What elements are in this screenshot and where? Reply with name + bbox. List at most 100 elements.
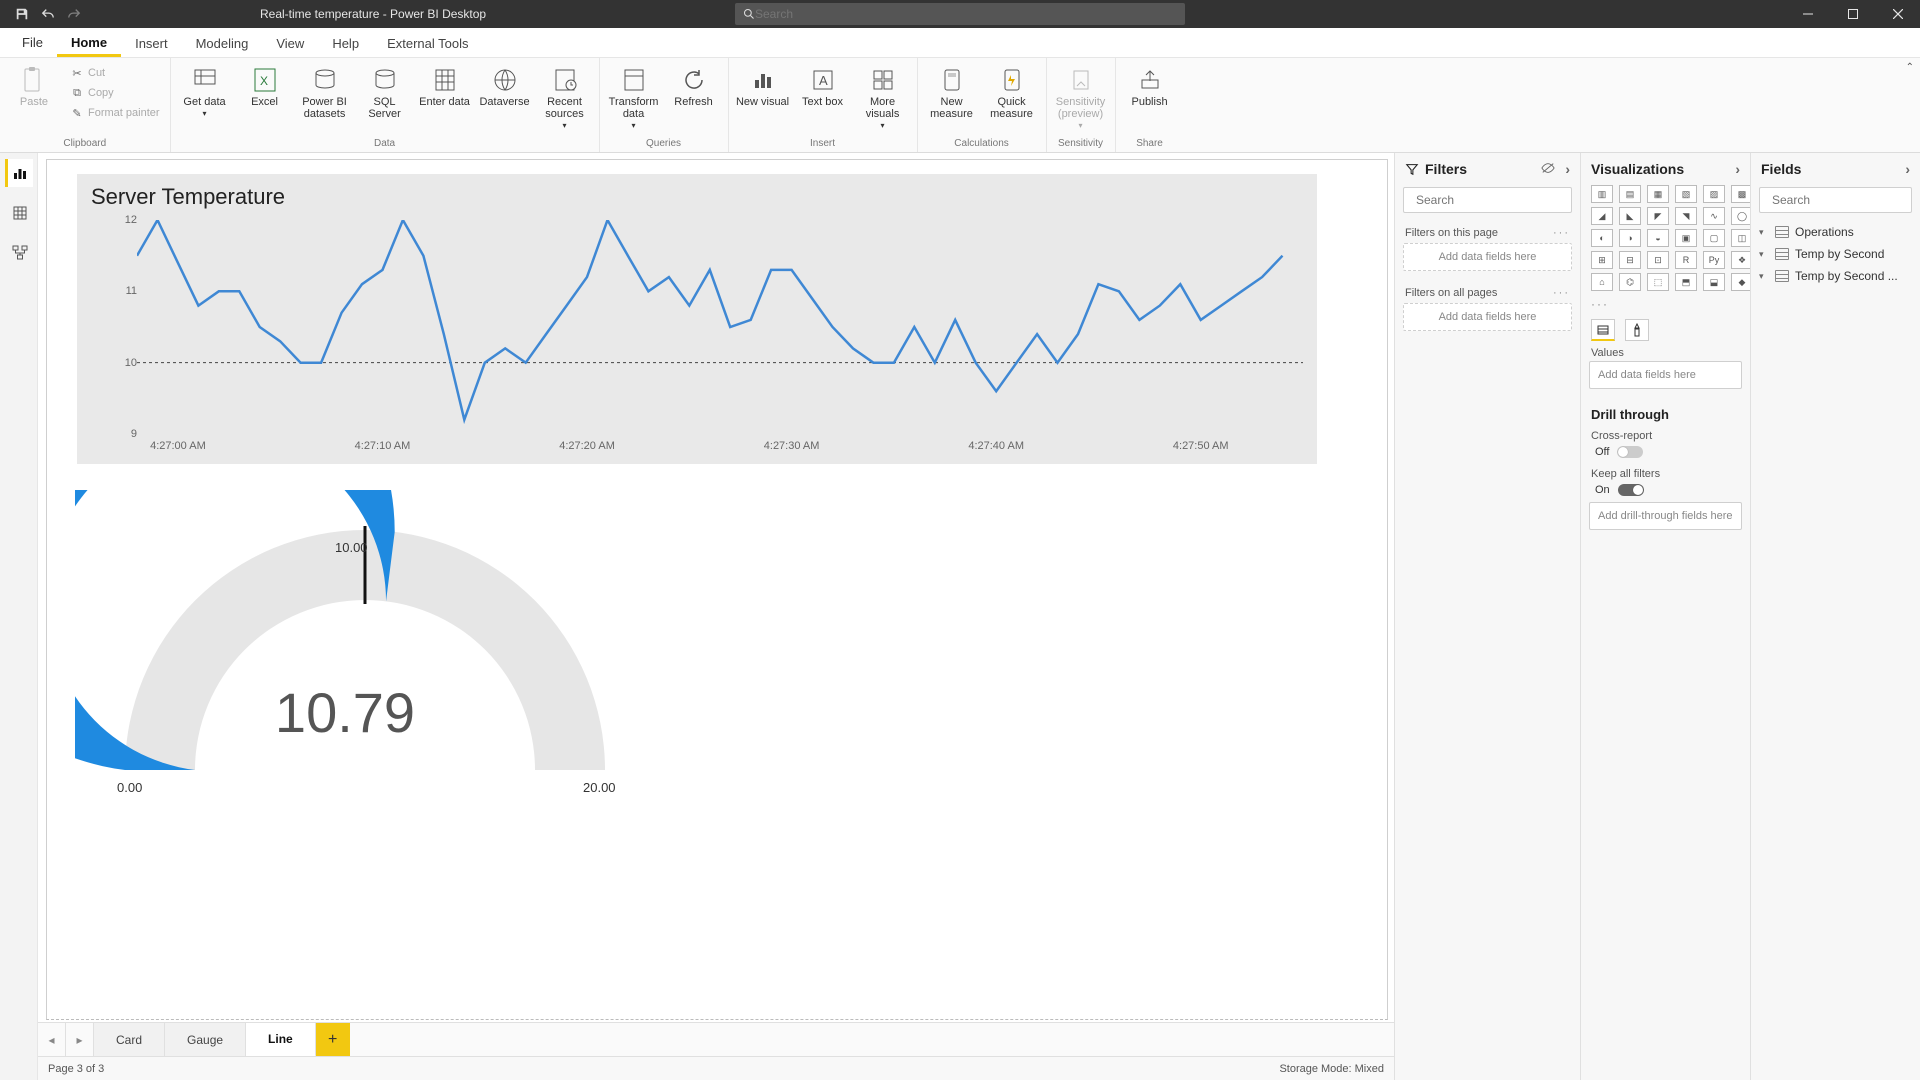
cross-report-toggle[interactable] xyxy=(1617,446,1643,458)
fields-collapse-icon[interactable]: › xyxy=(1905,161,1910,177)
enter-data-button[interactable]: Enter data xyxy=(417,62,473,108)
viz-values-dropzone[interactable]: Add data fields here xyxy=(1589,361,1742,389)
field-table[interactable]: ▾Temp by Second xyxy=(1751,243,1920,265)
viz-type-button[interactable]: ◥ xyxy=(1675,207,1697,225)
report-canvas[interactable]: Server Temperature 9101112 4:27:00 AM4:2… xyxy=(46,159,1388,1020)
fields-search-input[interactable] xyxy=(1772,193,1920,207)
window-maximize-button[interactable] xyxy=(1830,0,1875,28)
filters-show-hide-icon[interactable] xyxy=(1541,161,1555,177)
viz-type-button[interactable]: ▢ xyxy=(1703,229,1725,247)
page-tab-card[interactable]: Card xyxy=(94,1023,165,1056)
field-table[interactable]: ▾Temp by Second ... xyxy=(1751,265,1920,287)
undo-icon[interactable] xyxy=(40,6,56,22)
line-chart-visual[interactable]: Server Temperature 9101112 4:27:00 AM4:2… xyxy=(77,174,1317,464)
viz-type-button[interactable]: ◒ xyxy=(1647,229,1669,247)
copy-button[interactable]: ⧉Copy xyxy=(66,84,164,102)
filters-all-dropzone[interactable]: Add data fields here xyxy=(1403,303,1572,331)
viz-type-button[interactable]: ⬚ xyxy=(1647,273,1669,291)
ribbon-group-sensitivity: Sensitivity (preview)▾ Sensitivity xyxy=(1047,58,1116,152)
pbi-datasets-button[interactable]: Power BI datasets xyxy=(297,62,353,120)
menu-modeling[interactable]: Modeling xyxy=(182,30,263,55)
menu-file[interactable]: File xyxy=(8,29,57,56)
viz-tab-format[interactable] xyxy=(1625,319,1649,341)
text-box-button[interactable]: AText box xyxy=(795,62,851,108)
viz-more-icon[interactable]: ··· xyxy=(1581,297,1750,315)
viz-type-button[interactable]: ∿ xyxy=(1703,207,1725,225)
quick-measure-button[interactable]: Quick measure xyxy=(984,62,1040,120)
dataverse-button[interactable]: Dataverse xyxy=(477,62,533,108)
viz-type-button[interactable]: ⌬ xyxy=(1619,273,1641,291)
more-icon[interactable]: ··· xyxy=(1545,287,1570,299)
refresh-button[interactable]: Refresh xyxy=(666,62,722,108)
window-close-button[interactable] xyxy=(1875,0,1920,28)
viz-type-button[interactable]: Py xyxy=(1703,251,1725,269)
page-tabs-row: ◂ ▸ CardGaugeLine + xyxy=(38,1022,1394,1056)
menu-help[interactable]: Help xyxy=(318,30,373,55)
viz-type-button[interactable]: ⊞ xyxy=(1591,251,1613,269)
publish-button[interactable]: Publish xyxy=(1122,62,1178,108)
add-page-button[interactable]: + xyxy=(316,1023,350,1056)
global-search[interactable] xyxy=(735,3,1185,25)
save-icon[interactable] xyxy=(14,6,30,22)
recent-sources-button[interactable]: Recent sources▾ xyxy=(537,62,593,132)
viz-type-button[interactable]: ◣ xyxy=(1619,207,1641,225)
window-minimize-button[interactable] xyxy=(1785,0,1830,28)
ribbon-collapse-caret-icon[interactable]: ⌃ xyxy=(1906,62,1914,73)
viz-type-button[interactable]: ▤ xyxy=(1619,185,1641,203)
sql-server-button[interactable]: SQL Server xyxy=(357,62,413,120)
viz-type-button[interactable]: ⬓ xyxy=(1703,273,1725,291)
global-search-input[interactable] xyxy=(755,7,1177,21)
keep-all-state: On xyxy=(1595,484,1610,496)
menu-external-tools[interactable]: External Tools xyxy=(373,30,482,55)
menu-insert[interactable]: Insert xyxy=(121,30,182,55)
viz-type-button[interactable]: ▦ xyxy=(1647,185,1669,203)
filters-search[interactable] xyxy=(1403,187,1572,213)
cut-button[interactable]: ✂Cut xyxy=(66,64,164,82)
page-nav-next[interactable]: ▸ xyxy=(66,1023,94,1056)
model-view-button[interactable] xyxy=(5,239,33,267)
data-view-button[interactable] xyxy=(5,199,33,227)
sensitivity-button[interactable]: Sensitivity (preview)▾ xyxy=(1053,62,1109,132)
viz-type-button[interactable]: ◐ xyxy=(1591,229,1613,247)
field-table[interactable]: ▾Operations xyxy=(1751,221,1920,243)
viz-type-button[interactable]: ⌂ xyxy=(1591,273,1613,291)
new-measure-button[interactable]: New measure xyxy=(924,62,980,120)
viz-type-button[interactable]: ⊟ xyxy=(1619,251,1641,269)
viz-collapse-icon[interactable]: › xyxy=(1735,161,1740,177)
report-view-button[interactable] xyxy=(5,159,33,187)
viz-type-button[interactable]: ▣ xyxy=(1675,229,1697,247)
get-data-button[interactable]: Get data▾ xyxy=(177,62,233,120)
filters-search-input[interactable] xyxy=(1416,193,1571,207)
menu-home[interactable]: Home xyxy=(57,29,121,57)
viz-type-button[interactable]: ⬒ xyxy=(1675,273,1697,291)
menu-view[interactable]: View xyxy=(262,30,318,55)
viz-type-button[interactable]: ▥ xyxy=(1591,185,1613,203)
more-visuals-button[interactable]: More visuals▾ xyxy=(855,62,911,132)
viz-type-button[interactable]: ◤ xyxy=(1647,207,1669,225)
get-data-icon xyxy=(189,64,221,96)
excel-button[interactable]: XExcel xyxy=(237,62,293,108)
viz-type-button[interactable]: ◢ xyxy=(1591,207,1613,225)
keep-all-toggle[interactable] xyxy=(1618,484,1644,496)
page-tab-gauge[interactable]: Gauge xyxy=(165,1023,246,1056)
drill-through-dropzone[interactable]: Add drill-through fields here xyxy=(1589,502,1742,530)
redo-icon[interactable] xyxy=(66,6,82,22)
filters-page-dropzone[interactable]: Add data fields here xyxy=(1403,243,1572,271)
format-painter-button[interactable]: ✎Format painter xyxy=(66,104,164,122)
page-nav-prev[interactable]: ◂ xyxy=(38,1023,66,1056)
fields-search[interactable] xyxy=(1759,187,1912,213)
gauge-visual[interactable]: 10.79 0.00 20.00 10.00 xyxy=(75,490,615,830)
more-icon[interactable]: ··· xyxy=(1545,227,1570,239)
viz-type-button[interactable]: ⊡ xyxy=(1647,251,1669,269)
viz-type-button[interactable]: R xyxy=(1675,251,1697,269)
group-label-data: Data xyxy=(177,137,593,152)
page-tab-line[interactable]: Line xyxy=(246,1023,316,1057)
viz-type-button[interactable]: ▧ xyxy=(1675,185,1697,203)
filters-collapse-icon[interactable]: › xyxy=(1565,161,1570,177)
viz-type-button[interactable]: ◑ xyxy=(1619,229,1641,247)
new-visual-button[interactable]: New visual xyxy=(735,62,791,108)
viz-type-button[interactable]: ▨ xyxy=(1703,185,1725,203)
viz-tab-fields[interactable] xyxy=(1591,319,1615,341)
transform-data-button[interactable]: Transform data▾ xyxy=(606,62,662,132)
paste-button[interactable]: Paste xyxy=(6,62,62,108)
